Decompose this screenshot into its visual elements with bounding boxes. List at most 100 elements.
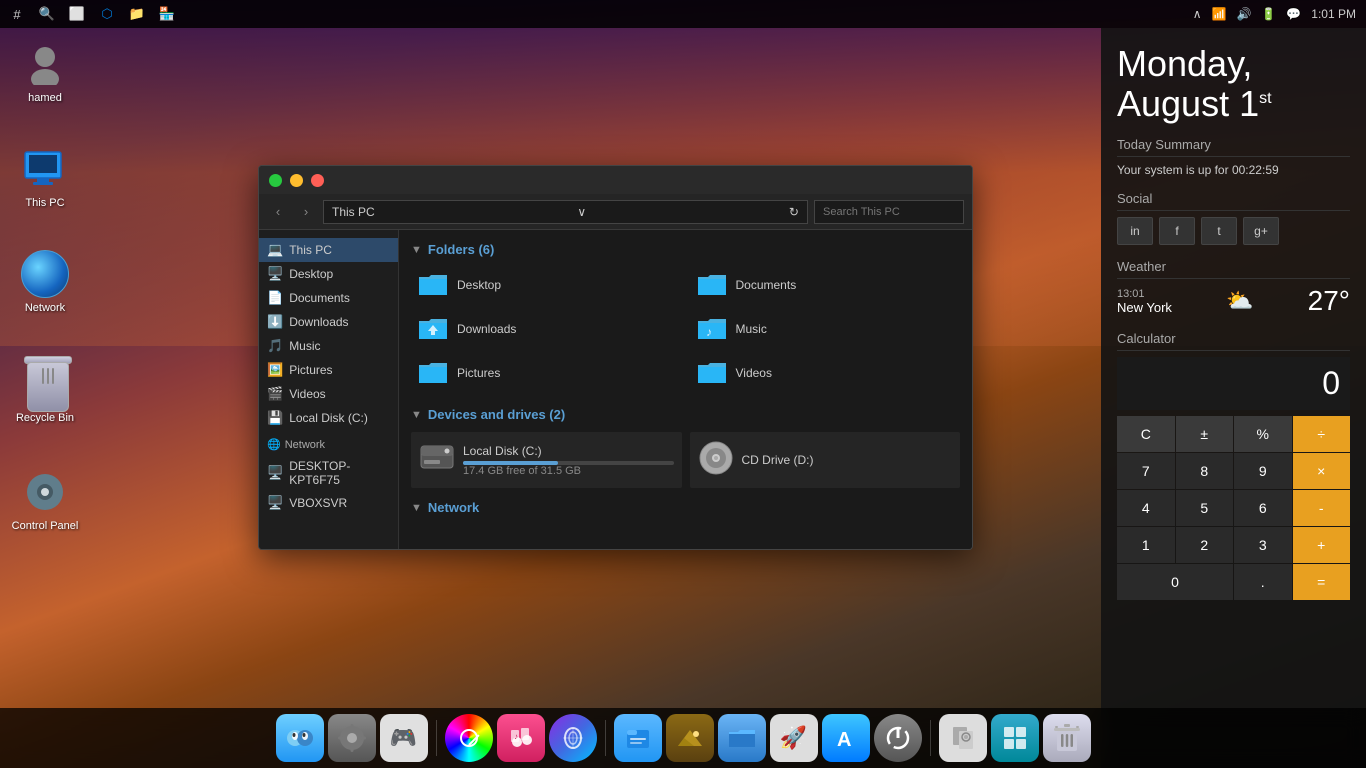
desktop-icon-recycle-bin[interactable]: Recycle Bin bbox=[10, 360, 80, 424]
calc-btn-percent[interactable]: % bbox=[1234, 416, 1292, 452]
desktop-icon-control-panel[interactable]: Control Panel bbox=[10, 468, 80, 532]
taskbar-icon-edge[interactable]: ⬡ bbox=[98, 5, 116, 23]
calc-btn-4[interactable]: 4 bbox=[1117, 490, 1175, 526]
address-bar[interactable]: This PC ∨ ↻ bbox=[323, 200, 808, 224]
dock-folder[interactable] bbox=[718, 714, 766, 762]
desktop-icon-hamed[interactable]: hamed bbox=[10, 40, 80, 104]
svg-text:♪: ♪ bbox=[706, 325, 712, 339]
sidebar-item-music[interactable]: 🎵 Music bbox=[259, 334, 398, 358]
weather-info: 13:01 New York bbox=[1117, 288, 1172, 315]
file-explorer-sidebar: 💻 This PC 🖥️ Desktop 📄 Documents ⬇️ Down… bbox=[259, 230, 399, 549]
calc-btn-multiply[interactable]: × bbox=[1293, 453, 1351, 489]
calc-btn-9[interactable]: 9 bbox=[1234, 453, 1292, 489]
this-pc-sidebar-icon: 💻 bbox=[267, 242, 283, 258]
dock-divider-3 bbox=[930, 720, 931, 756]
recycle-bin-label: Recycle Bin bbox=[10, 412, 80, 424]
window-maximize-btn[interactable] bbox=[269, 174, 282, 187]
taskbar-left-icons: # 🔍 ⬜ ⬡ 📁 🏪 bbox=[8, 5, 176, 23]
window-minimize-btn[interactable] bbox=[290, 174, 303, 187]
folder-pictures[interactable]: Pictures bbox=[411, 355, 682, 391]
documents-sidebar-icon: 📄 bbox=[267, 290, 283, 306]
dock-rocket[interactable]: 🚀 bbox=[770, 714, 818, 762]
desktop-icon-network[interactable]: Network bbox=[10, 250, 80, 314]
dock-siri[interactable] bbox=[549, 714, 597, 762]
dock-system-prefs[interactable] bbox=[328, 714, 376, 762]
dock-preview[interactable] bbox=[939, 714, 987, 762]
sidebar-item-this-pc[interactable]: 💻 This PC bbox=[259, 238, 398, 262]
drives-collapse-arrow[interactable]: ▼ bbox=[411, 409, 422, 421]
dock-trash[interactable] bbox=[1043, 714, 1091, 762]
social-facebook[interactable]: f bbox=[1159, 217, 1195, 245]
file-explorer-toolbar: ‹ › This PC ∨ ↻ bbox=[259, 194, 972, 230]
calc-btn-minus[interactable]: - bbox=[1293, 490, 1351, 526]
local-disk-sidebar-icon: 💾 bbox=[267, 410, 283, 426]
calc-btn-dot[interactable]: . bbox=[1234, 564, 1292, 600]
folders-collapse-arrow[interactable]: ▼ bbox=[411, 244, 422, 256]
taskbar-icon-window[interactable]: ⬜ bbox=[68, 5, 86, 23]
calc-btn-2[interactable]: 2 bbox=[1176, 527, 1234, 563]
dock-itunes[interactable]: ♪ bbox=[497, 714, 545, 762]
folders-section-title: Folders (6) bbox=[428, 242, 494, 257]
calc-btn-plusminus[interactable]: ± bbox=[1176, 416, 1234, 452]
social-twitter[interactable]: t bbox=[1201, 217, 1237, 245]
taskbar-icon-search[interactable]: 🔍 bbox=[38, 5, 56, 23]
dock-power[interactable] bbox=[874, 714, 922, 762]
calc-btn-8[interactable]: 8 bbox=[1176, 453, 1234, 489]
calc-btn-c[interactable]: C bbox=[1117, 416, 1175, 452]
sidebar-item-documents[interactable]: 📄 Documents bbox=[259, 286, 398, 310]
folder-desktop-name: Desktop bbox=[457, 278, 501, 292]
sidebar-item-vboxsvr[interactable]: 🖥️ VBOXSVR bbox=[259, 491, 398, 515]
drive-local-c[interactable]: Local Disk (C:) 17.4 GB free of 31.5 GB bbox=[411, 432, 682, 488]
search-input[interactable] bbox=[814, 200, 964, 224]
folder-pictures-icon bbox=[417, 359, 449, 387]
calc-btn-0[interactable]: 0 bbox=[1117, 564, 1233, 600]
dock-game-center[interactable]: 🎮 bbox=[380, 714, 428, 762]
desktop-icon-this-pc[interactable]: This PC bbox=[10, 145, 80, 209]
taskbar-network: 📶 bbox=[1211, 7, 1226, 21]
weather-cloud-icon: ⛅ bbox=[1226, 288, 1253, 314]
taskbar-icon-hashtag[interactable]: # bbox=[8, 5, 26, 23]
folder-downloads-name: Downloads bbox=[457, 322, 516, 336]
folder-desktop[interactable]: Desktop bbox=[411, 267, 682, 303]
nav-forward-btn[interactable]: › bbox=[295, 201, 317, 223]
calc-btn-6[interactable]: 6 bbox=[1234, 490, 1292, 526]
sidebar-item-pictures[interactable]: 🖼️ Pictures bbox=[259, 358, 398, 382]
taskbar-icon-store[interactable]: 🏪 bbox=[158, 5, 176, 23]
calc-btn-plus[interactable]: + bbox=[1293, 527, 1351, 563]
sidebar-item-local-disk[interactable]: 💾 Local Disk (C:) bbox=[259, 406, 398, 430]
calc-btn-7[interactable]: 7 bbox=[1117, 453, 1175, 489]
social-googleplus[interactable]: g+ bbox=[1243, 217, 1279, 245]
calc-btn-1[interactable]: 1 bbox=[1117, 527, 1175, 563]
dock-finder[interactable] bbox=[276, 714, 324, 762]
calc-btn-equals[interactable]: = bbox=[1293, 564, 1351, 600]
nav-back-btn[interactable]: ‹ bbox=[267, 201, 289, 223]
drive-cd-d[interactable]: CD Drive (D:) bbox=[690, 432, 961, 488]
window-close-btn[interactable] bbox=[311, 174, 324, 187]
dock-app-store[interactable]: A bbox=[822, 714, 870, 762]
dock-photos[interactable] bbox=[666, 714, 714, 762]
svg-text:♪: ♪ bbox=[514, 732, 518, 741]
control-panel-icon bbox=[21, 468, 69, 516]
dock-safari[interactable] bbox=[445, 714, 493, 762]
panel-date: Monday, August 1st bbox=[1117, 44, 1350, 123]
sidebar-item-desktop-kpt[interactable]: 🖥️ DESKTOP-KPT6F75 bbox=[259, 455, 398, 491]
address-refresh[interactable]: ↻ bbox=[789, 205, 799, 219]
calc-btn-3[interactable]: 3 bbox=[1234, 527, 1292, 563]
sidebar-item-desktop[interactable]: 🖥️ Desktop bbox=[259, 262, 398, 286]
panel-day: Monday, bbox=[1117, 43, 1252, 84]
folder-videos[interactable]: Videos bbox=[690, 355, 961, 391]
sidebar-item-videos[interactable]: 🎬 Videos bbox=[259, 382, 398, 406]
taskbar-icon-folder[interactable]: 📁 bbox=[128, 5, 146, 23]
dock-files[interactable] bbox=[614, 714, 662, 762]
calc-btn-divide[interactable]: ÷ bbox=[1293, 416, 1351, 452]
folder-documents[interactable]: Documents bbox=[690, 267, 961, 303]
folder-downloads[interactable]: Downloads bbox=[411, 311, 682, 347]
dock-mosaic[interactable] bbox=[991, 714, 1039, 762]
folder-music[interactable]: ♪ Music bbox=[690, 311, 961, 347]
drives-grid: Local Disk (C:) 17.4 GB free of 31.5 GB bbox=[411, 432, 960, 488]
sidebar-item-downloads[interactable]: ⬇️ Downloads bbox=[259, 310, 398, 334]
social-linkedin[interactable]: in bbox=[1117, 217, 1153, 245]
network-collapse-arrow[interactable]: ▼ bbox=[411, 502, 422, 514]
calc-btn-5[interactable]: 5 bbox=[1176, 490, 1234, 526]
cd-icon bbox=[698, 440, 734, 481]
